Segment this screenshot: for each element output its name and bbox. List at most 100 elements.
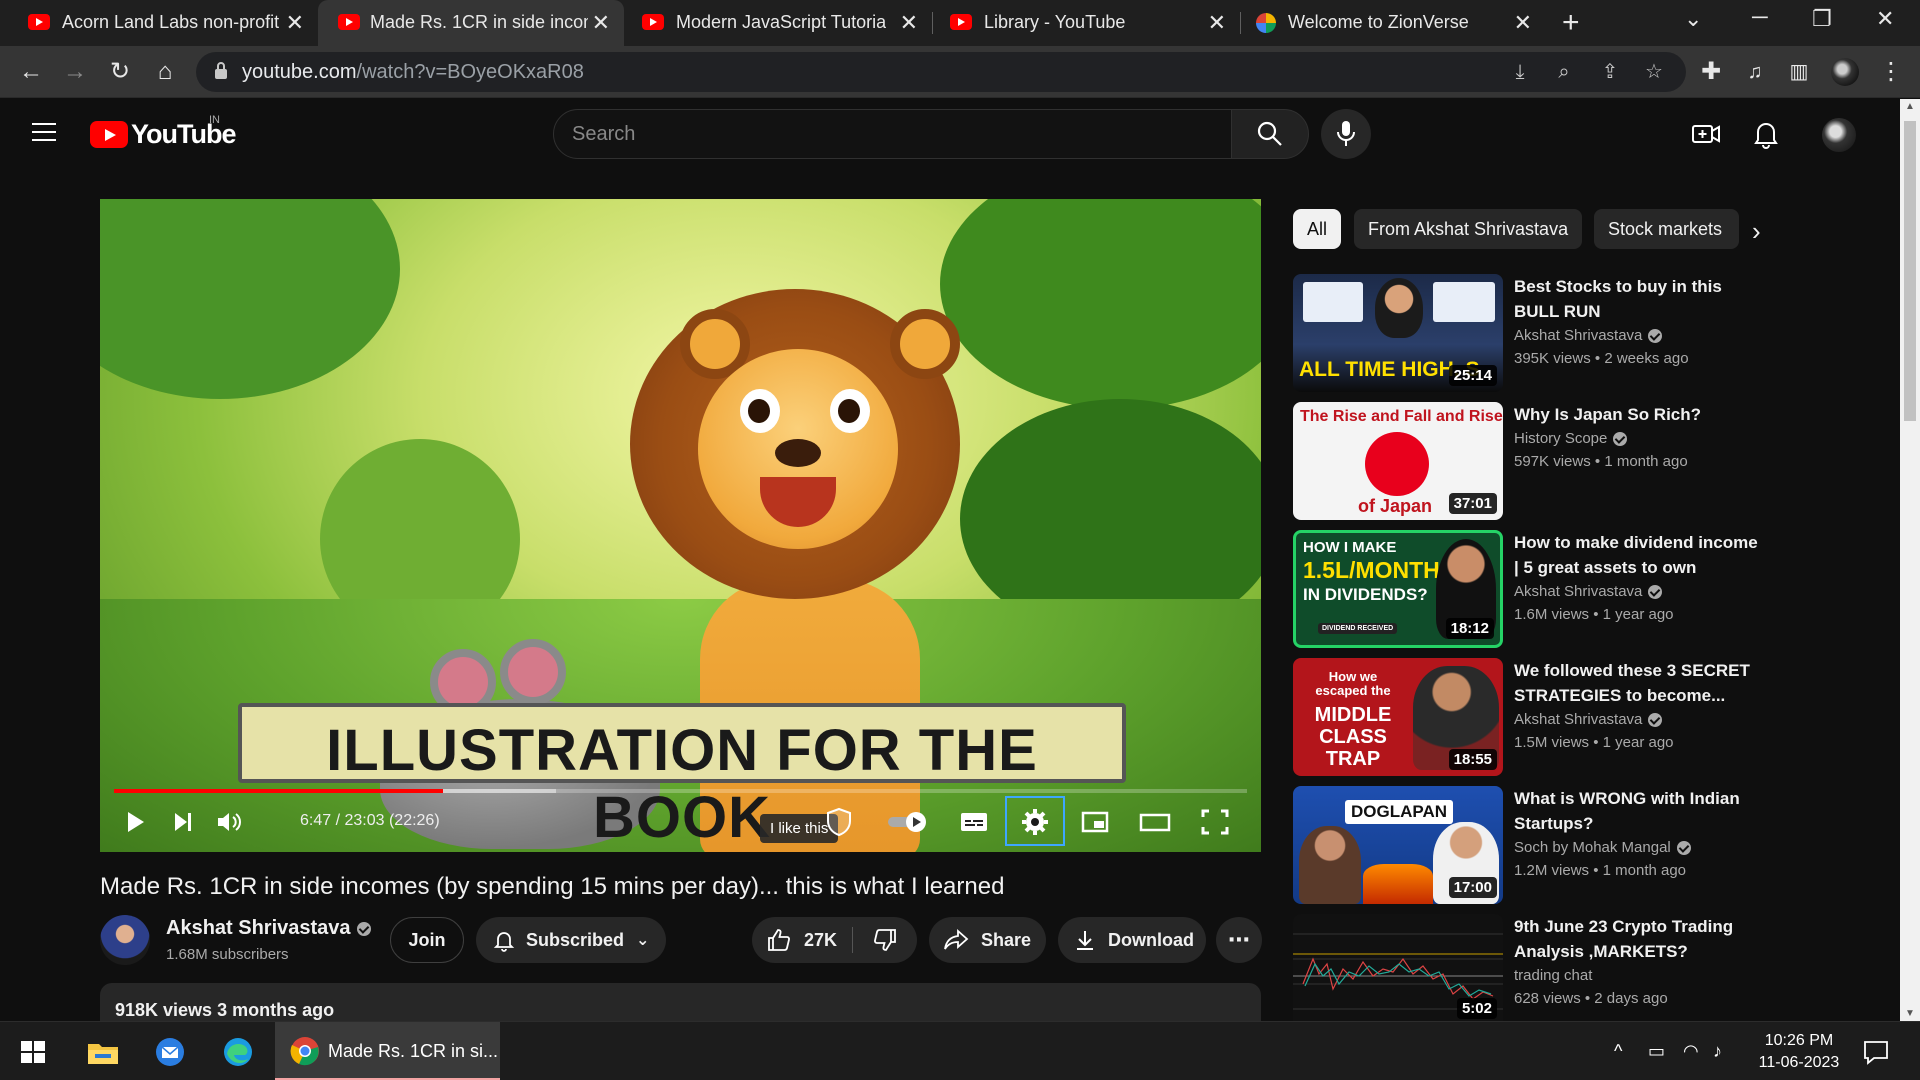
share-button[interactable]: Share [929,917,1046,963]
close-icon[interactable]: ✕ [286,10,304,36]
search-button[interactable] [1231,109,1309,159]
back-icon[interactable]: ← [14,55,48,89]
wifi-icon[interactable]: ◠ [1683,1041,1699,1062]
like-button[interactable]: 27K [752,917,852,963]
page-scrollbar[interactable]: ▲ ▼ [1900,99,1920,1021]
description-box[interactable]: 918K views 3 months ago [100,983,1261,1023]
dislike-button[interactable] [853,917,917,963]
settings-button[interactable] [1018,805,1052,839]
recommended-video[interactable]: DOGLAPAN 17:00 What is WRONG with Indian… [1293,786,1773,904]
bookmark-star-icon[interactable]: ☆ [1640,58,1668,86]
video-player[interactable]: ILLUSTRATION FOR THE BOOK 6:47 / 23:03 (… [100,199,1261,852]
rec-channel[interactable]: Akshat Shrivastava [1514,327,1663,344]
account-avatar[interactable] [1822,118,1856,152]
video-thumbnail[interactable]: 5:02 [1293,914,1503,1021]
recommended-video[interactable]: How we escaped the MIDDLE CLASS TRAP 18:… [1293,658,1773,776]
browser-menu-icon[interactable]: ⋮ [1874,55,1908,89]
address-bar[interactable]: youtube.com/watch?v=BOyeOKxaR08 ⤓ ⌕ ⇪ ☆ [196,52,1686,92]
window-close-icon[interactable]: ✕ [1876,6,1894,32]
rec-title[interactable]: How to make dividend income | 5 great as… [1514,530,1764,580]
speaker-icon[interactable]: ♪ [1713,1041,1722,1062]
recommended-video[interactable]: ALL TIME HIGH, S 25:14 Best Stocks to bu… [1293,274,1773,392]
video-thumbnail[interactable]: The Rise and Fall and Rise of Japan 37:0… [1293,402,1503,520]
close-icon[interactable]: ✕ [900,10,918,36]
tab-search-chevron-icon[interactable]: ⌄ [1684,6,1702,32]
fullscreen-button[interactable] [1198,805,1232,839]
miniplayer-button[interactable] [1078,805,1112,839]
edge-browser-icon[interactable] [218,1032,258,1072]
theater-mode-button[interactable] [1138,805,1172,839]
scroll-up-arrow-icon[interactable]: ▲ [1905,101,1915,112]
autoplay-toggle[interactable] [886,805,932,839]
browser-tab-active[interactable]: Made Rs. 1CR in side income: ✕ [318,0,624,46]
browser-tab-zionverse[interactable]: Welcome to ZionVerse ✕ [1240,0,1546,46]
rec-title[interactable]: Why Is Japan So Rich? [1514,402,1764,427]
zoom-icon[interactable]: ⌕ [1550,58,1578,86]
progress-bar[interactable] [114,789,1247,793]
chevron-right-icon[interactable]: › [1752,216,1761,247]
taskbar-chrome-window[interactable]: Made Rs. 1CR in si... [275,1022,500,1080]
recommended-video[interactable]: 5:02 9th June 23 Crypto Trading Analysis… [1293,914,1773,1032]
profile-avatar-icon[interactable] [1828,55,1862,89]
download-button[interactable]: Download [1058,917,1206,963]
rec-channel[interactable]: Soch by Mohak Mangal [1514,839,1691,856]
voice-search-button[interactable] [1321,109,1371,159]
battery-icon[interactable]: ▭ [1648,1041,1665,1062]
rec-channel[interactable]: Akshat Shrivastava [1514,711,1663,728]
scroll-down-arrow-icon[interactable]: ▼ [1905,1008,1915,1019]
play-button[interactable] [118,805,152,839]
scrollbar-thumb[interactable] [1904,121,1916,421]
close-icon[interactable]: ✕ [1514,10,1532,36]
close-icon[interactable]: ✕ [592,10,610,36]
side-panel-icon[interactable]: ▥ [1782,55,1816,89]
rec-title[interactable]: 9th June 23 Crypto Trading Analysis ,MAR… [1514,914,1764,964]
browser-tab-javascript[interactable]: Modern JavaScript Tutorial #1 ✕ [624,0,932,46]
new-tab-icon[interactable]: + [1562,6,1580,40]
rec-title[interactable]: We followed these 3 SECRET STRATEGIES to… [1514,658,1764,708]
recommended-video[interactable]: The Rise and Fall and Rise of Japan 37:0… [1293,402,1773,520]
media-controls-icon[interactable]: ♫ [1738,55,1772,89]
join-button[interactable]: Join [390,917,464,963]
subtitles-button[interactable] [957,805,991,839]
channel-name[interactable]: Akshat Shrivastava [166,917,371,940]
home-icon[interactable]: ⌂ [148,55,182,89]
extensions-icon[interactable]: ✚ [1694,55,1728,89]
browser-tab-library[interactable]: Library - YouTube ✕ [932,0,1240,46]
chip-all[interactable]: All [1293,209,1342,249]
browser-tab-acorn[interactable]: Acorn Land Labs non-profit n ✕ [0,0,318,46]
windows-start-icon[interactable] [13,1032,53,1072]
chip-stock-markets[interactable]: Stock markets [1594,209,1739,249]
close-icon[interactable]: ✕ [1208,10,1226,36]
rec-title[interactable]: Best Stocks to buy in this BULL RUN [1514,274,1764,324]
share-page-icon[interactable]: ⇪ [1596,58,1624,86]
file-explorer-icon[interactable] [83,1032,123,1072]
shield-extension-button[interactable] [822,805,856,839]
video-thumbnail[interactable]: ALL TIME HIGH, S 25:14 [1293,274,1503,392]
mail-app-icon[interactable] [150,1032,190,1072]
video-thumbnail[interactable]: How we escaped the MIDDLE CLASS TRAP 18:… [1293,658,1503,776]
install-app-icon[interactable]: ⤓ [1506,58,1534,86]
create-video-icon[interactable] [1690,118,1722,150]
rec-channel[interactable]: trading chat [1514,967,1592,984]
rec-channel[interactable]: Akshat Shrivastava [1514,583,1663,600]
system-clock[interactable]: 10:26 PM 11-06-2023 [1744,1030,1854,1074]
chip-from-channel[interactable]: From Akshat Shrivastava [1354,209,1583,249]
video-thumbnail[interactable]: DOGLAPAN 17:00 [1293,786,1503,904]
notifications-bell-icon[interactable] [1750,118,1782,150]
reload-icon[interactable]: ↻ [103,55,137,89]
youtube-logo-icon[interactable] [90,121,128,148]
show-hidden-icons-chevron-icon[interactable]: ^ [1614,1041,1622,1062]
video-thumbnail[interactable]: HOW I MAKE 1.5L/MONTH IN DIVIDENDS? DIVI… [1293,530,1503,648]
volume-button[interactable] [212,805,246,839]
menu-icon[interactable] [32,123,56,141]
search-input[interactable] [572,120,1192,148]
minimize-icon[interactable]: ─ [1752,4,1768,30]
more-actions-button[interactable]: ⋯ [1216,917,1262,963]
next-button[interactable] [166,805,200,839]
rec-title[interactable]: What is WRONG with Indian Startups? [1514,786,1764,836]
channel-avatar[interactable] [100,915,150,965]
forward-icon[interactable]: → [58,55,92,89]
notification-center-icon[interactable] [1856,1032,1896,1072]
recommended-video[interactable]: HOW I MAKE 1.5L/MONTH IN DIVIDENDS? DIVI… [1293,530,1773,648]
rec-channel[interactable]: History Scope [1514,430,1628,447]
